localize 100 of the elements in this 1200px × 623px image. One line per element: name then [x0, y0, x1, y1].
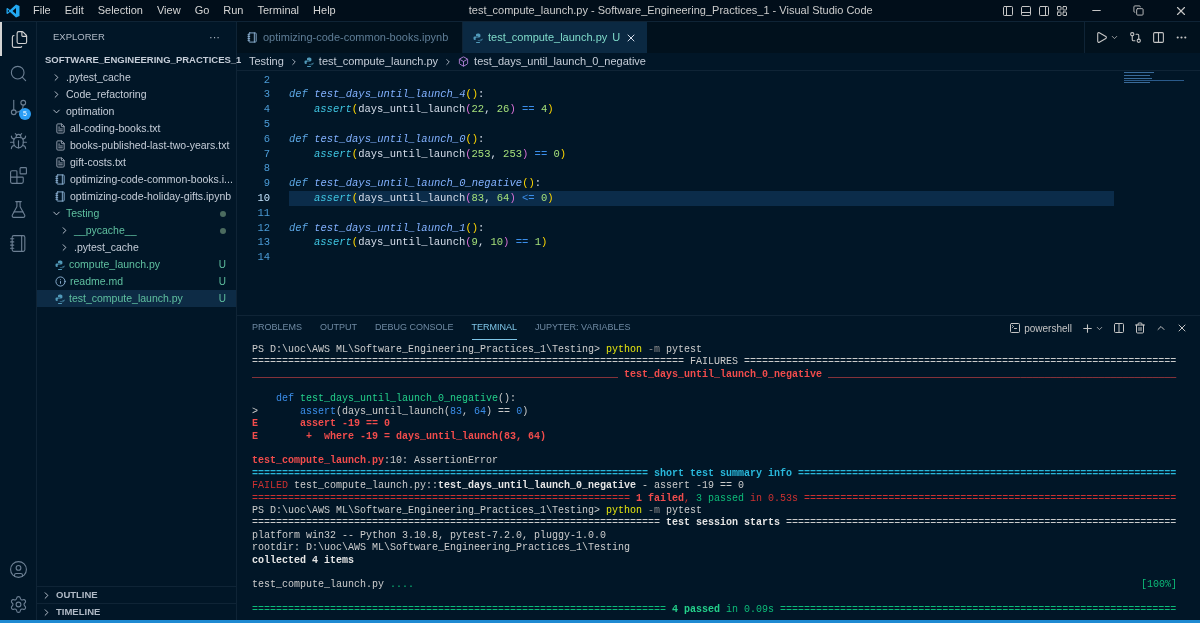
close-panel-icon[interactable] — [1176, 322, 1188, 334]
menu-item[interactable]: Go — [187, 2, 217, 19]
menu-item[interactable]: View — [149, 2, 188, 19]
breadcrumb-item[interactable]: test_days_until_launch_0_negative — [474, 53, 646, 70]
terminal-line: PS D:\uoc\AWS ML\Software_Engineering_Practices_1\Testing> python -m pytest — [252, 505, 703, 517]
terminal-line: rootdir: D:\uoc\AWS ML\Software_Engineering_Practices_1\Testing — [252, 542, 631, 555]
item-label: gift-costs.txt — [70, 154, 127, 170]
menu-item[interactable]: File — [26, 2, 58, 19]
explorer-entry[interactable]: books-published-last-two-years.txt — [37, 137, 236, 154]
breadcrumb-item[interactable]: test_compute_launch.py — [318, 53, 439, 70]
line-number: 10 — [256, 190, 270, 206]
terminal-line: E assert -19 == 0 — [252, 418, 391, 431]
code-line: def test_days_until_launch_1(): — [289, 220, 486, 236]
explorer-folder[interactable]: .pytest_cache — [37, 69, 236, 86]
source-control-icon — [8, 97, 28, 117]
new-terminal-icon[interactable] — [1081, 321, 1094, 335]
run-icon[interactable] — [1095, 31, 1108, 44]
line-number: 9 — [262, 176, 270, 192]
text-file-icon — [55, 123, 66, 134]
layout-icon[interactable] — [1056, 4, 1068, 17]
explorer-entry[interactable]: compute_launch.py U — [37, 256, 236, 273]
terminal-line: ===================================================================== 4 passed in 0.09s ================================================================== — [252, 602, 1177, 617]
panel-tab[interactable]: OUTPUT — [320, 316, 357, 340]
account-icon[interactable] — [8, 560, 28, 579]
panel-tab[interactable]: PROBLEMS — [252, 316, 302, 340]
explorer-entry[interactable]: optimizing-code-common-books.i... — [37, 171, 236, 188]
section-header[interactable]: OUTLINE — [37, 586, 236, 603]
window-title: test_compute_launch.py - Software_Engineering_Practices_1 - Visual Studio Code — [468, 3, 873, 19]
explorer-entry[interactable]: optimizing-code-holiday-gifts.ipynb — [37, 188, 236, 205]
terminal-line: > assert(days_until_launch(83, 64) == 0) — [252, 405, 529, 419]
text-file-icon — [55, 157, 66, 168]
toggle-secondary-sidebar-icon[interactable] — [1038, 4, 1050, 17]
compare-icon[interactable] — [1129, 31, 1142, 44]
python-file-icon — [55, 293, 65, 304]
line-number: 13 — [256, 235, 270, 251]
menu-item[interactable]: Edit — [57, 2, 91, 19]
notebook-icon — [8, 233, 28, 253]
explorer-folder[interactable]: __pycache__ — [37, 222, 236, 239]
menu-item[interactable]: Run — [216, 2, 251, 19]
split-editor-icon[interactable] — [1152, 31, 1165, 44]
shell-name[interactable]: powershell — [1024, 320, 1072, 336]
menu-item[interactable]: Selection — [90, 2, 150, 19]
item-label: readme.md — [70, 273, 125, 289]
line-number: 7 — [262, 146, 270, 162]
run-debug-icon — [8, 131, 28, 151]
explorer-folder[interactable]: Testing — [37, 205, 236, 222]
terminal-icon — [1009, 322, 1022, 334]
explorer-folder[interactable]: optimation — [37, 103, 236, 120]
editor-tab[interactable]: test_compute_launch.py U — [463, 22, 648, 53]
notebook-file-icon — [247, 32, 258, 43]
menu-item[interactable]: Help — [306, 2, 343, 19]
item-label: all-coding-books.txt — [70, 120, 162, 136]
explorer-entry[interactable]: gift-costs.txt — [37, 154, 236, 171]
terminal-line: def test_days_until_launch_0_negative(): — [275, 392, 517, 406]
code-line: assert(days_until_launch(253, 253) == 0) — [313, 147, 568, 162]
line-number: 8 — [262, 161, 270, 177]
section-title: TIMELINE — [56, 604, 101, 619]
terminal-line: ==================================================================== test session starts ================================================================= — [252, 517, 1177, 530]
git-status: U — [218, 258, 226, 272]
item-label: Code_refactoring — [66, 86, 148, 102]
line-number: 4 — [262, 102, 270, 118]
workspace-name: SOFTWARE_ENGINEERING_PRACTICES_1 — [45, 53, 242, 68]
code-line: def test_days_until_launch_0(): — [289, 132, 486, 147]
panel-tab[interactable]: TERMINAL — [471, 316, 518, 340]
explorer-entry[interactable]: all-coding-books.txt — [37, 120, 236, 137]
toggle-sidebar-icon[interactable] — [1002, 4, 1014, 17]
terminal-line: FAILED test_compute_launch.py::test_days_until_launch_0_negative - assert -19 == 0 — [252, 480, 745, 493]
explorer-folder[interactable]: Code_refactoring — [37, 86, 236, 103]
code-line: assert(days_until_launch(9, 10) == 1) — [313, 235, 549, 251]
app-logo-icon — [6, 3, 20, 18]
info-file-icon — [55, 276, 66, 287]
panel-tab[interactable]: DEBUG CONSOLE — [375, 316, 454, 340]
minimap-drawing — [1124, 71, 1184, 85]
section-title: OUTLINE — [56, 587, 98, 602]
delete-icon[interactable] — [1134, 322, 1146, 334]
item-label: optimation — [66, 103, 116, 119]
dropdown-caret-icon[interactable] — [1110, 33, 1119, 42]
explorer-entry[interactable]: readme.md U — [37, 273, 236, 290]
line-number: 6 — [262, 131, 270, 147]
explorer-entry[interactable]: test_compute_launch.py U — [37, 290, 236, 307]
files-icon — [9, 29, 29, 49]
tab-status: U — [612, 30, 621, 46]
explorer-folder[interactable]: .pytest_cache — [37, 239, 236, 256]
line-number: 3 — [262, 87, 270, 103]
toggle-panel-icon[interactable] — [1020, 4, 1032, 17]
panel-tab[interactable]: JUPYTER: VARIABLES — [535, 316, 631, 340]
split-terminal-icon[interactable] — [1113, 322, 1125, 334]
terminal-line: =============================================================== 1 failed, 3 passed in 0.53s ============================================================== — [252, 492, 1177, 505]
settings-icon[interactable] — [8, 595, 28, 614]
python-file-icon — [303, 56, 314, 67]
item-label: .pytest_cache — [74, 239, 140, 255]
more-actions-button[interactable]: ··· — [209, 28, 220, 46]
code-line: def test_days_until_launch_0_negative(): — [289, 176, 543, 192]
restore-icon[interactable] — [1133, 5, 1144, 16]
item-label: compute_launch.py — [69, 256, 162, 272]
terminal-line: ======================================================================== FAILURES ======================================================================== — [252, 356, 1177, 369]
breadcrumb-item[interactable]: Testing — [249, 53, 284, 70]
menu-item[interactable]: Terminal — [250, 2, 307, 19]
line-number: 11 — [256, 205, 270, 221]
terminal-line: collected 4 items — [252, 554, 355, 568]
